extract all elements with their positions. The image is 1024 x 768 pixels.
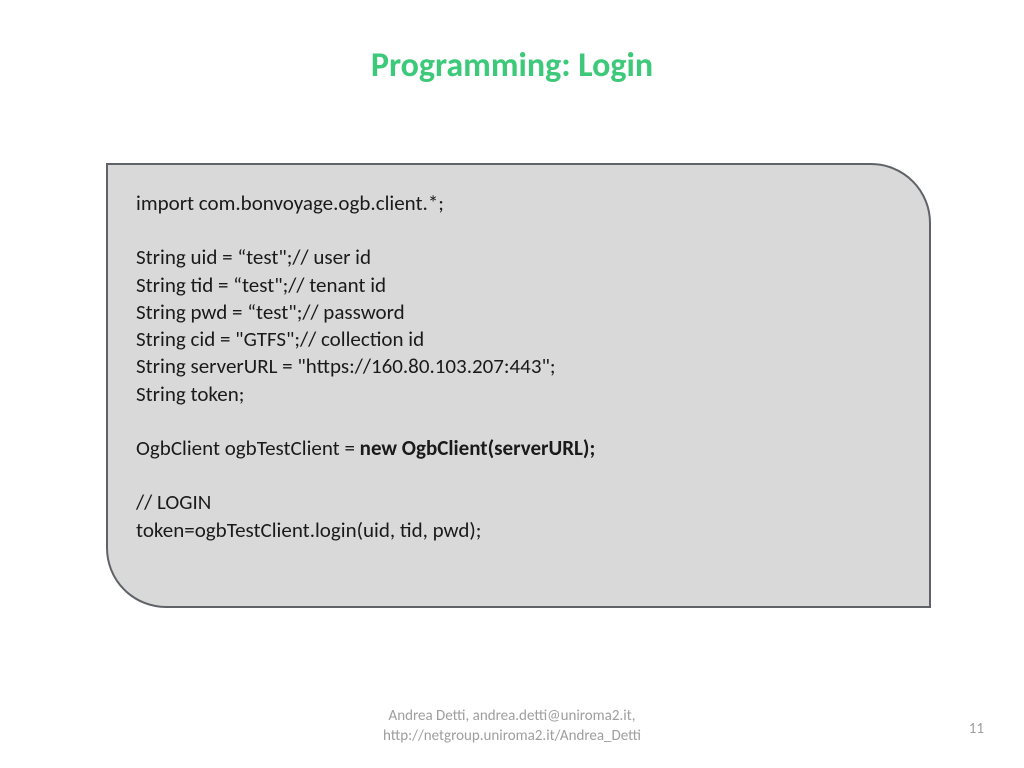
code-blank <box>136 217 901 244</box>
code-line: String serverURL = "https://160.80.103.2… <box>136 353 901 380</box>
code-text: OgbClient ogbTestClient = <box>136 435 360 461</box>
code-line: String token; <box>136 381 901 408</box>
code-blank <box>136 408 901 435</box>
footer-line: Andrea Detti, andrea.detti@uniroma2.it, <box>0 707 1024 727</box>
code-line: String uid = “test";// user id <box>136 244 901 271</box>
slide-title: Programming: Login <box>0 45 1024 86</box>
code-bold: new OgbClient(serverURL); <box>360 435 596 461</box>
code-line: String cid = "GTFS";// collection id <box>136 326 901 353</box>
code-line: // LOGIN <box>136 489 901 516</box>
slide: Programming: Login import com.bonvoyage.… <box>0 0 1024 768</box>
footer: Andrea Detti, andrea.detti@uniroma2.it, … <box>0 707 1024 746</box>
page-number: 11 <box>969 720 984 738</box>
code-line: import com.bonvoyage.ogb.client.*; <box>136 190 901 217</box>
code-line: String pwd = “test";// password <box>136 299 901 326</box>
code-line: String tid = “test";// tenant id <box>136 272 901 299</box>
code-block: import com.bonvoyage.ogb.client.*; Strin… <box>106 163 931 608</box>
code-line: token=ogbTestClient.login(uid, tid, pwd)… <box>136 517 901 544</box>
footer-line: http://netgroup.uniroma2.it/Andrea_Detti <box>0 727 1024 747</box>
code-line: OgbClient ogbTestClient = new OgbClient(… <box>136 435 901 462</box>
code-blank <box>136 462 901 489</box>
